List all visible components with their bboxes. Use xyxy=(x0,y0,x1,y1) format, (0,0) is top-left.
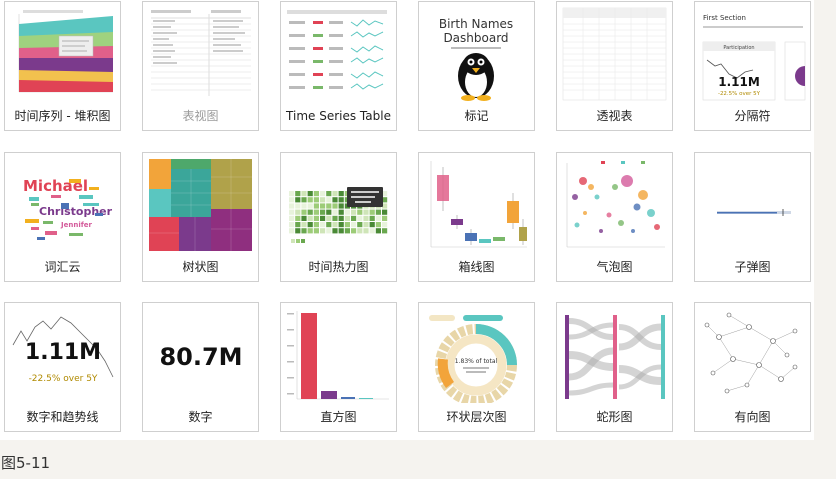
card-label: 直方图 xyxy=(320,410,357,424)
table-thumbnail xyxy=(147,6,254,102)
bubble-chart-thumbnail xyxy=(561,157,668,253)
card-word-cloud[interactable]: Michael Christopher Jennifer 词汇云 xyxy=(4,152,121,282)
card-label: 数字 xyxy=(188,410,213,424)
card-label: 词汇云 xyxy=(44,260,81,274)
card-pivot-table[interactable]: 透视表 xyxy=(556,1,673,131)
separator-heading: First Section xyxy=(703,14,746,22)
card-time-series-stacked[interactable]: 时间序列 - 堆积图 xyxy=(4,1,121,131)
separator-panel-title: Participation xyxy=(723,45,754,51)
markup-title-line1: Birth Names xyxy=(439,17,513,31)
wordcloud-word2: Christopher xyxy=(39,205,113,218)
bignum-trend-value: 1.11M xyxy=(25,340,101,365)
penguin-icon xyxy=(458,53,494,101)
card-table-view[interactable]: 表视图 xyxy=(142,1,259,131)
card-sunburst[interactable]: 1.83% of total 环状层次图 xyxy=(418,302,535,432)
directed-graph-thumbnail xyxy=(699,307,806,403)
card-big-number-trendline[interactable]: 1.11M -22.5% over 5Y 数字和趋势线 xyxy=(4,302,121,432)
card-sankey[interactable]: 蛇形图 xyxy=(556,302,673,432)
stacked-area-thumbnail xyxy=(9,6,116,102)
bignum-value: 80.7M xyxy=(159,343,242,371)
separator-change: -22.5% over 5Y xyxy=(718,91,761,97)
markup-thumbnail: Birth Names Dashboard xyxy=(423,6,530,102)
card-label: 气泡图 xyxy=(596,260,633,274)
card-label: 有向图 xyxy=(734,410,771,424)
card-label: 标记 xyxy=(464,109,489,123)
card-label: 环状层次图 xyxy=(446,410,507,424)
big-number-thumbnail: 80.7M xyxy=(147,307,254,403)
bullet-chart-thumbnail xyxy=(699,157,806,253)
pivot-table-thumbnail xyxy=(561,6,668,102)
word-cloud-thumbnail: Michael Christopher Jennifer xyxy=(9,157,116,253)
card-directed-graph[interactable]: 有向图 xyxy=(694,302,811,432)
card-label: Time Series Table xyxy=(286,109,391,123)
separator-thumbnail: First Section Participation 1.11M -22.5%… xyxy=(699,6,806,102)
card-treemap[interactable]: 树状图 xyxy=(142,152,259,282)
time-series-table-thumbnail xyxy=(285,6,392,102)
calendar-heatmap-thumbnail xyxy=(285,157,392,253)
big-number-trendline-thumbnail: 1.11M -22.5% over 5Y xyxy=(9,307,116,403)
card-label: 透视表 xyxy=(596,109,633,123)
chart-type-gallery: 时间序列 - 堆积图 表视图 Time Series Table Birth N… xyxy=(0,0,814,440)
histogram-thumbnail xyxy=(285,307,392,403)
separator-value: 1.11M xyxy=(718,75,760,89)
card-markup[interactable]: Birth Names Dashboard 标记 xyxy=(418,1,535,131)
card-label: 数字和趋势线 xyxy=(26,410,99,424)
card-separator[interactable]: First Section Participation 1.11M -22.5%… xyxy=(694,1,811,131)
sunburst-pct: 1.83% of total xyxy=(455,358,498,365)
card-label: 子弹图 xyxy=(734,260,771,274)
card-bullet-chart[interactable]: 子弹图 xyxy=(694,152,811,282)
card-box-plot[interactable]: 箱线图 xyxy=(418,152,535,282)
card-label: 表视图 xyxy=(182,109,219,123)
bignum-trend-change: -22.5% over 5Y xyxy=(29,374,98,384)
treemap-thumbnail xyxy=(147,157,254,253)
card-label: 蛇形图 xyxy=(596,410,633,424)
card-label: 时间序列 - 堆积图 xyxy=(14,109,111,123)
wordcloud-word3: Jennifer xyxy=(60,221,93,229)
card-histogram[interactable]: 直方图 xyxy=(280,302,397,432)
markup-title-line2: Dashboard xyxy=(443,31,508,45)
card-label: 箱线图 xyxy=(458,260,495,274)
card-big-number[interactable]: 80.7M 数字 xyxy=(142,302,259,432)
card-bubble-chart[interactable]: 气泡图 xyxy=(556,152,673,282)
card-label: 时间热力图 xyxy=(308,260,369,274)
sunburst-thumbnail: 1.83% of total xyxy=(423,307,530,403)
card-time-series-table[interactable]: Time Series Table xyxy=(280,1,397,131)
card-label: 分隔符 xyxy=(734,109,771,123)
card-calendar-heatmap[interactable]: 时间热力图 xyxy=(280,152,397,282)
card-label: 树状图 xyxy=(182,260,219,274)
box-plot-thumbnail xyxy=(423,157,530,253)
sankey-thumbnail xyxy=(561,307,668,403)
figure-caption: 图5-11 xyxy=(1,454,51,472)
